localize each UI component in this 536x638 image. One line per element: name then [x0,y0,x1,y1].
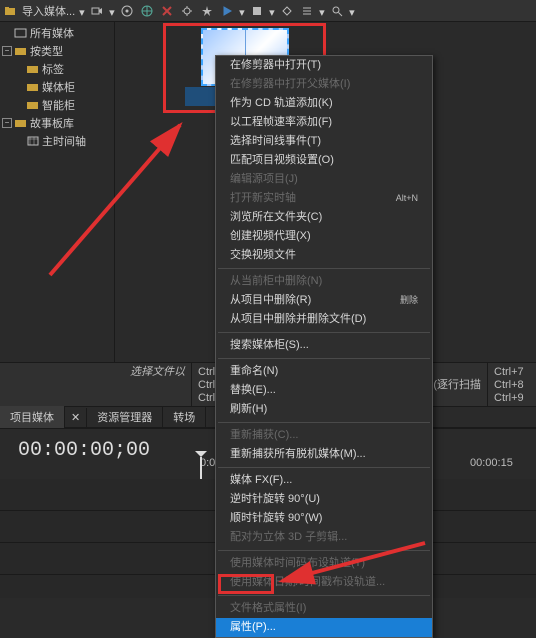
tree-label: 媒体柜 [42,79,75,95]
ctx-rename[interactable]: 重命名(N) [216,362,432,381]
tree-item[interactable]: 所有媒体 [0,24,114,42]
shortcut-text: Ctrl+8 [494,379,530,392]
tree-item[interactable]: 主时间轴 [0,132,114,150]
separator [218,550,430,551]
ctx-file-format-props: 文件格式属性(I) [216,599,432,618]
ctx-match-project-video[interactable]: 匹配项目视频设置(O) [216,151,432,170]
gear-icon[interactable] [179,3,195,19]
ctx-media-fx[interactable]: 媒体 FX(F)... [216,471,432,490]
fx-icon[interactable] [199,3,215,19]
play-icon[interactable] [219,3,235,19]
ctx-create-video-proxy[interactable]: 创建视频代理(X) [216,227,432,246]
disc-icon[interactable] [119,3,135,19]
tree-item[interactable]: 标签 [0,60,114,78]
ctx-refresh[interactable]: 刷新(H) [216,400,432,419]
view-list-icon[interactable] [299,3,315,19]
autopreview-icon[interactable] [279,3,295,19]
context-menu: 在修剪器中打开(T) 在修剪器中打开父媒体(I) 作为 CD 轨道添加(K) 以… [215,55,433,638]
media-tree-sidebar: 所有媒体 −按类型 标签 媒体柜 智能柜 −故事板库 主时间轴 [0,22,115,362]
separator [218,358,430,359]
ctx-rotate-ccw[interactable]: 逆时针旋转 90°(U) [216,490,432,509]
ctx-remove-and-delete[interactable]: 从项目中删除并删除文件(D) [216,310,432,329]
tree-label: 所有媒体 [30,25,74,41]
tree-label: 故事板库 [30,115,74,131]
tree-label: 智能柜 [42,97,75,113]
capture-icon[interactable] [89,3,105,19]
separator [218,595,430,596]
shortcut-text: Ctrl+7 [494,366,530,379]
tree-label: 按类型 [30,43,63,59]
tab-transitions[interactable]: 转场 [163,406,206,428]
timecode-display[interactable]: 00:00:00;00 [18,439,150,462]
tree-item[interactable]: −故事板库 [0,114,114,132]
tab-explorer[interactable]: 资源管理器 [87,406,163,428]
ctx-recapture: 重新捕获(C)... [216,426,432,445]
separator [218,422,430,423]
ctx-rotate-cw[interactable]: 顺时针旋转 90°(W) [216,509,432,528]
selection-hint: 选择文件以 [0,363,192,406]
ctx-open-new-timeline: 打开新实时轴Alt+N [216,189,432,208]
ctx-add-cd-track[interactable]: 作为 CD 轨道添加(K) [216,94,432,113]
ctx-add-project-framerate[interactable]: 以工程帧速率添加(F) [216,113,432,132]
tab-project-media[interactable]: 项目媒体 [0,406,65,428]
shortcut-text: Ctrl+9 [494,392,530,405]
tree-item[interactable]: −按类型 [0,42,114,60]
ctx-replace[interactable]: 替换(E)... [216,381,432,400]
ctx-swap-video-file[interactable]: 交换视频文件 [216,246,432,265]
tree-item[interactable]: 媒体柜 [0,78,114,96]
annotation-box [218,574,274,594]
separator [218,268,430,269]
tree-label: 主时间轴 [42,133,86,149]
ctx-pair-stereo3d: 配对为立体 3D 子剪辑... [216,528,432,547]
ctx-layout-by-timecode: 使用媒体时间码布设轨道(T) [216,554,432,573]
tree-item[interactable]: 智能柜 [0,96,114,114]
ctx-open-parent-trimmer: 在修剪器中打开父媒体(I) [216,75,432,94]
separator [218,467,430,468]
remove-icon[interactable] [159,3,175,19]
search-icon[interactable] [329,3,345,19]
web-icon[interactable] [139,3,155,19]
ctx-edit-source-project: 编辑源项目(J) [216,170,432,189]
stop-icon[interactable] [249,3,265,19]
ctx-explore-folder[interactable]: 浏览所在文件夹(C) [216,208,432,227]
tab-close-icon[interactable]: ✕ [65,408,87,427]
tree-label: 标签 [42,61,64,77]
ctx-remove-from-bin: 从当前柜中删除(N) [216,272,432,291]
separator [218,332,430,333]
ctx-open-trimmer[interactable]: 在修剪器中打开(T) [216,56,432,75]
ctx-search-media-bins[interactable]: 搜索媒体柜(S)... [216,336,432,355]
ctx-recapture-offline[interactable]: 重新捕获所有脱机媒体(M)... [216,445,432,464]
main-toolbar: 导入媒体... ▾ ▾ ▾ ▾ ▾ ▾ [0,0,536,22]
import-media-button[interactable]: 导入媒体... [22,3,75,19]
ctx-select-timeline-events[interactable]: 选择时间线事件(T) [216,132,432,151]
dropdown-arrow-icon[interactable]: ▾ [79,6,85,16]
folder-icon[interactable] [2,3,18,19]
ctx-remove-from-project[interactable]: 从项目中删除(R)删除 [216,291,432,310]
ctx-properties[interactable]: 属性(P)... [216,618,432,637]
